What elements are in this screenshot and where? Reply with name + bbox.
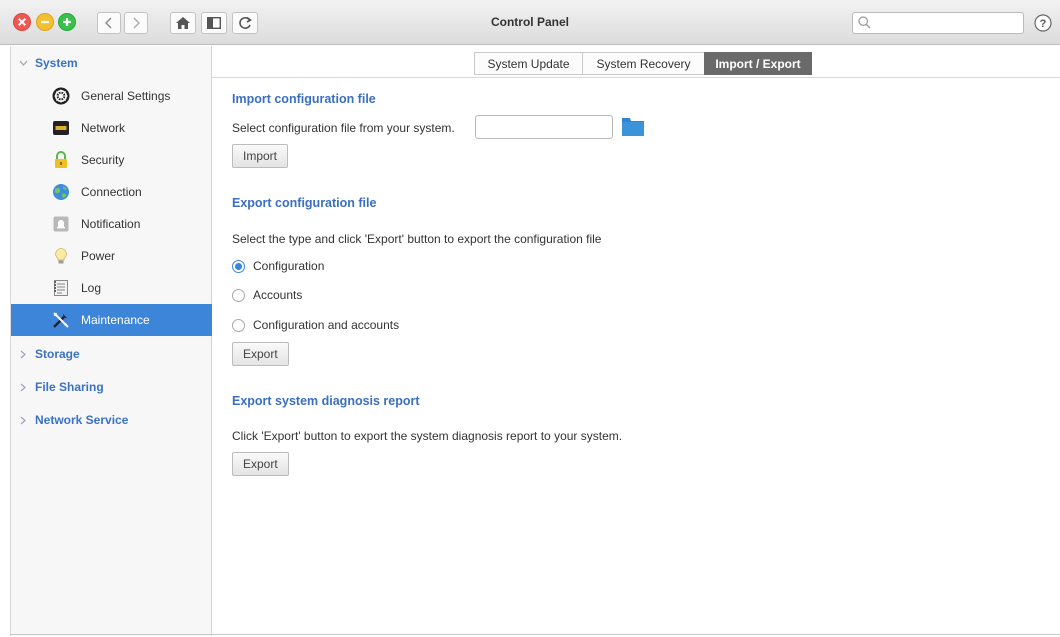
sidebar-item-label: Power <box>81 249 116 263</box>
sidebar-item-general-settings[interactable]: General Settings <box>11 80 212 112</box>
title-bar: Control Panel ? <box>0 0 1060 45</box>
tab-system-update[interactable]: System Update <box>474 52 582 75</box>
close-window-button[interactable] <box>13 13 31 31</box>
sidebar-section-label: File Sharing <box>35 380 104 394</box>
forward-button[interactable] <box>124 12 148 34</box>
bell-icon <box>53 216 69 232</box>
tab-divider <box>212 77 1060 78</box>
sidebar-icon <box>207 17 221 29</box>
tab-system-recovery[interactable]: System Recovery <box>582 52 704 75</box>
sidebar-item-security[interactable]: Security <box>11 144 212 176</box>
tab-import-export[interactable]: Import / Export <box>704 52 812 75</box>
chevron-right-icon <box>11 350 35 359</box>
export-diagnosis-button[interactable]: Export <box>232 452 289 476</box>
tab-bar: System Update System Recovery Import / E… <box>474 52 812 75</box>
radio-button[interactable] <box>232 318 245 332</box>
search-input[interactable] <box>852 12 1024 34</box>
sidebar-item-label: General Settings <box>81 89 171 103</box>
back-button[interactable] <box>97 12 121 34</box>
search-icon <box>858 16 871 29</box>
diagnosis-description: Click 'Export' button to export the syst… <box>232 429 623 443</box>
chevron-right-icon <box>11 383 35 392</box>
lock-icon <box>55 151 67 168</box>
home-icon <box>176 17 190 29</box>
sidebar-item-maintenance[interactable]: Maintenance <box>11 304 212 336</box>
chevron-right-icon <box>11 416 35 425</box>
sidebar-section-label: System <box>35 56 78 70</box>
config-file-field[interactable] <box>475 115 613 139</box>
radio-option-configuration-and-accounts[interactable]: Configuration and accounts <box>232 317 399 333</box>
sidebar-item-label: Network <box>81 121 126 135</box>
chevron-left-icon <box>105 17 112 29</box>
diagnosis-heading: Export system diagnosis report <box>232 394 420 408</box>
sidebar-section-system[interactable]: System <box>11 47 212 79</box>
import-button[interactable]: Import <box>232 144 289 168</box>
maximize-icon <box>58 13 76 31</box>
svg-text:?: ? <box>1040 18 1047 30</box>
minimize-window-button[interactable] <box>36 13 54 31</box>
close-icon <box>13 13 31 31</box>
radio-label: Accounts <box>253 288 303 302</box>
gear-icon <box>52 87 70 105</box>
refresh-button[interactable] <box>232 12 258 34</box>
sidebar-section-network-service[interactable]: Network Service <box>11 404 212 436</box>
sidebar-section-label: Network Service <box>35 413 129 427</box>
radio-label: Configuration and accounts <box>253 318 400 332</box>
export-config-button[interactable]: Export <box>232 342 289 366</box>
radio-label: Configuration <box>253 259 325 273</box>
export-config-heading: Export configuration file <box>232 196 377 210</box>
sidebar-item-log[interactable]: Log <box>11 272 212 304</box>
help-icon: ? <box>1034 14 1052 32</box>
sidebar-item-label: Log <box>81 281 102 295</box>
sidebar-item-power[interactable]: Power <box>11 240 212 272</box>
import-heading: Import configuration file <box>232 92 376 106</box>
home-button[interactable] <box>170 12 196 34</box>
radio-option-accounts[interactable]: Accounts <box>232 287 302 303</box>
radio-button[interactable] <box>232 259 245 273</box>
sidebar-item-label: Maintenance <box>81 313 150 327</box>
log-icon <box>54 280 68 296</box>
maximize-window-button[interactable] <box>58 13 76 31</box>
sidebar: System General Settings Network Security <box>10 46 212 636</box>
radio-button[interactable] <box>232 288 245 302</box>
sidebar-item-label: Connection <box>81 185 142 199</box>
sidebar-item-notification[interactable]: Notification <box>11 208 212 240</box>
sidebar-section-label: Storage <box>35 347 80 361</box>
window-bottom-border <box>10 634 1060 635</box>
minimize-icon <box>36 13 54 31</box>
chevron-down-icon <box>11 60 35 66</box>
toggle-sidebar-button[interactable] <box>201 12 227 34</box>
folder-icon[interactable] <box>622 118 644 136</box>
sidebar-item-label: Notification <box>81 217 141 231</box>
sidebar-item-label: Security <box>81 153 125 167</box>
main-content: System Update System Recovery Import / E… <box>212 46 1060 636</box>
help-button[interactable]: ? <box>1034 14 1052 32</box>
import-description: Select configuration file from your syst… <box>232 121 455 135</box>
tools-icon <box>53 312 69 328</box>
refresh-icon <box>239 16 252 29</box>
chevron-right-icon <box>133 17 140 29</box>
radio-option-configuration[interactable]: Configuration <box>232 258 324 274</box>
sidebar-item-network[interactable]: Network <box>11 112 212 144</box>
sidebar-item-connection[interactable]: Connection <box>11 176 212 208</box>
network-icon <box>53 121 69 135</box>
lightbulb-icon <box>55 248 67 264</box>
globe-icon <box>53 184 69 200</box>
sidebar-section-file-sharing[interactable]: File Sharing <box>11 371 212 403</box>
export-config-description: Select the type and click 'Export' butto… <box>232 232 602 246</box>
sidebar-section-storage[interactable]: Storage <box>11 338 212 370</box>
